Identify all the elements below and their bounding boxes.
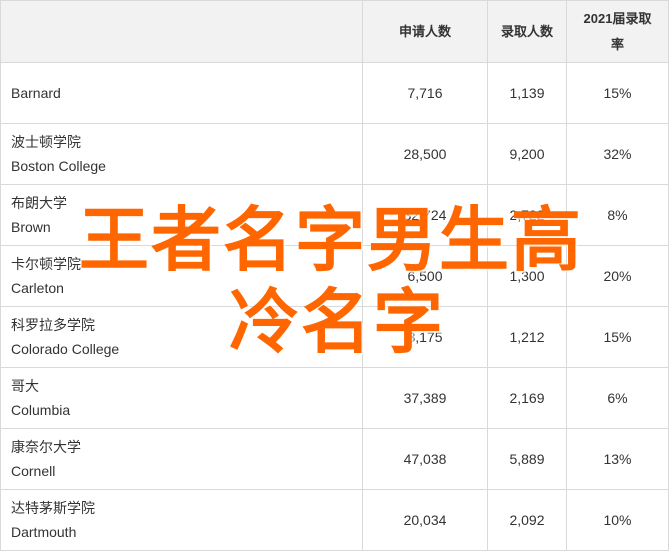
school-name-cn: 哥大 <box>11 378 39 394</box>
school-name-cell: 康奈尔大学 Cornell <box>0 428 363 490</box>
applicants-cell: 20,034 <box>362 489 488 551</box>
rate-cell: 15% <box>566 62 669 124</box>
school-name-en: Cornell <box>11 463 56 479</box>
school-name-cn: 布朗大学 <box>11 195 67 211</box>
school-name-en: Boston College <box>11 158 106 174</box>
admitted-cell: 2,169 <box>487 367 567 429</box>
table-row: Barnard 7,716 1,139 15% <box>0 62 669 124</box>
table-row: 卡尔顿学院 Carleton 6,500 1,300 20% <box>0 245 669 307</box>
school-name-cell: Barnard <box>0 62 363 124</box>
school-name-cell: 哥大 Columbia <box>0 367 363 429</box>
school-name-en: Colorado College <box>11 341 120 357</box>
rate-cell: 32% <box>566 123 669 185</box>
school-name-cell: 布朗大学 Brown <box>0 184 363 246</box>
admitted-cell: 5,889 <box>487 428 567 490</box>
table-row: 康奈尔大学 Cornell 47,038 5,889 13% <box>0 428 669 490</box>
table-row: 达特茅斯学院 Dartmouth 20,034 2,092 10% <box>0 489 669 551</box>
rate-cell: 10% <box>566 489 669 551</box>
table-header-row: 申请人数 录取人数 2021届录取率 <box>0 0 669 63</box>
school-name-en: Brown <box>11 219 51 235</box>
rate-cell: 6% <box>566 367 669 429</box>
admitted-cell: 1,139 <box>487 62 567 124</box>
applicants-cell: 47,038 <box>362 428 488 490</box>
table-row: 波士顿学院 Boston College 28,500 9,200 32% <box>0 123 669 185</box>
school-name-cell: 卡尔顿学院 Carleton <box>0 245 363 307</box>
header-rate-label: 2021届录取率 <box>583 10 652 52</box>
header-rate: 2021届录取率 <box>566 0 669 63</box>
admitted-cell: 2,722 <box>487 184 567 246</box>
school-name-cell: 波士顿学院 Boston College <box>0 123 363 185</box>
header-applicants: 申请人数 <box>362 0 488 63</box>
admitted-cell: 1,300 <box>487 245 567 307</box>
school-name-en: Carleton <box>11 280 64 296</box>
rate-cell: 15% <box>566 306 669 368</box>
school-name-cn: 科罗拉多学院 <box>11 317 95 333</box>
applicants-cell: 32,724 <box>362 184 488 246</box>
school-name-en: Columbia <box>11 402 71 418</box>
rate-cell: 8% <box>566 184 669 246</box>
table-row: 布朗大学 Brown 32,724 2,722 8% <box>0 184 669 246</box>
header-school <box>0 0 363 63</box>
header-admitted: 录取人数 <box>487 0 567 63</box>
admitted-cell: 9,200 <box>487 123 567 185</box>
applicants-cell: 7,716 <box>362 62 488 124</box>
school-name-cn: 卡尔顿学院 <box>11 256 81 272</box>
applicants-cell: 8,175 <box>362 306 488 368</box>
school-name-cell: 科罗拉多学院 Colorado College <box>0 306 363 368</box>
school-name-cn: 达特茅斯学院 <box>11 500 95 516</box>
applicants-cell: 28,500 <box>362 123 488 185</box>
applicants-cell: 6,500 <box>362 245 488 307</box>
school-name-en: Barnard <box>11 85 61 101</box>
admitted-cell: 1,212 <box>487 306 567 368</box>
admissions-table: 申请人数 录取人数 2021届录取率 Barnard 7,716 1,139 1… <box>0 0 669 551</box>
admitted-cell: 2,092 <box>487 489 567 551</box>
rate-cell: 13% <box>566 428 669 490</box>
school-name-cn: 康奈尔大学 <box>11 439 81 455</box>
school-name-cn: 波士顿学院 <box>11 134 81 150</box>
rate-cell: 20% <box>566 245 669 307</box>
applicants-cell: 37,389 <box>362 367 488 429</box>
table-row: 哥大 Columbia 37,389 2,169 6% <box>0 367 669 429</box>
school-name-cell: 达特茅斯学院 Dartmouth <box>0 489 363 551</box>
table-row: 科罗拉多学院 Colorado College 8,175 1,212 15% <box>0 306 669 368</box>
